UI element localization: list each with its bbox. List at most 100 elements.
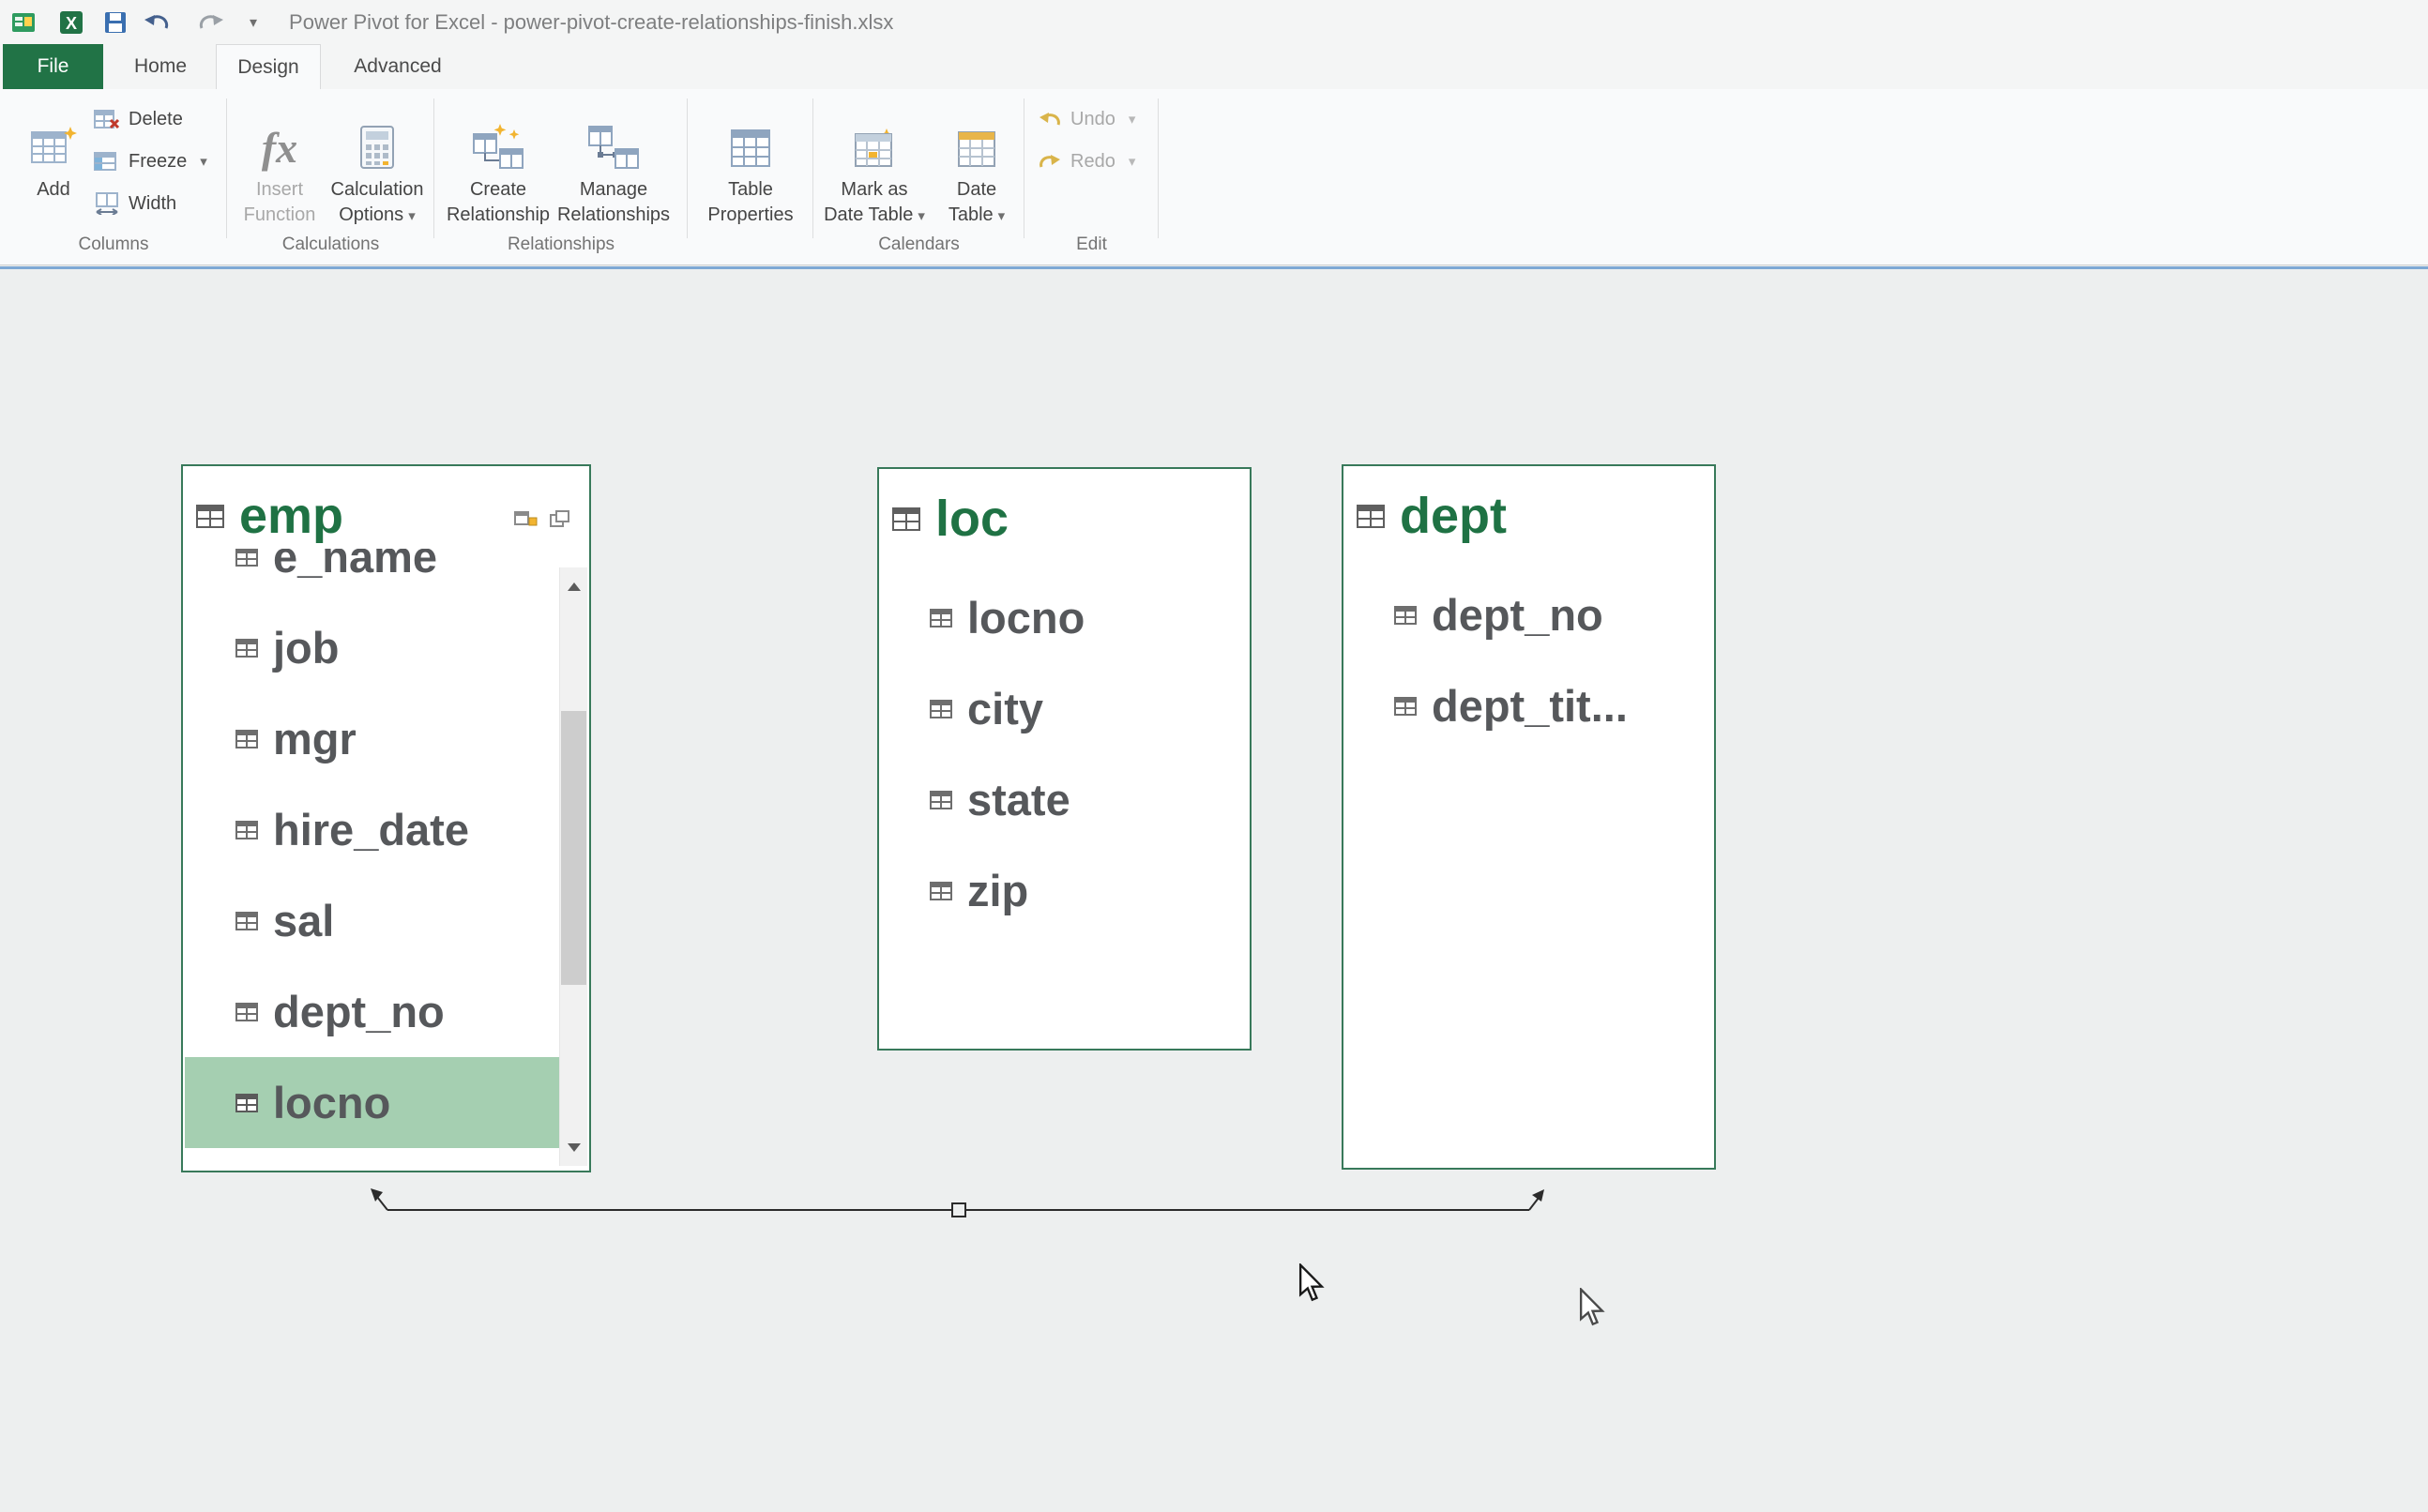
- delete-table-icon: [94, 108, 120, 130]
- table-icon: [196, 505, 224, 528]
- field-row-e_name[interactable]: e_name: [185, 549, 561, 602]
- ribbon: Add Delete Freeze ▾ Width Columns fx Ins…: [0, 89, 2428, 265]
- window-title: Power Pivot for Excel - power-pivot-crea…: [289, 10, 893, 35]
- edit-undo-icon: [1038, 109, 1062, 129]
- powerpivot-window: X ▾ Power Pivot for Excel - power-pivot-…: [0, 0, 2428, 1512]
- field-grid-icon: [1394, 606, 1417, 625]
- mark-as-date-table-button[interactable]: Mark as Date Table▾: [819, 100, 930, 228]
- table-properties-button[interactable]: Table Properties: [697, 100, 804, 228]
- table-title-emp: emp: [239, 489, 343, 543]
- table-header-dept: dept: [1343, 466, 1714, 543]
- quick-undo-icon[interactable]: [143, 3, 171, 42]
- date-table-dropdown-icon: ▾: [998, 208, 1006, 224]
- date-table-icon: [955, 100, 998, 170]
- field-row-job[interactable]: job: [185, 602, 561, 693]
- create-relationship-icon: [472, 100, 524, 170]
- insert-function-button[interactable]: fx Insert Function: [236, 100, 323, 228]
- calculation-options-dropdown-icon: ▾: [408, 208, 416, 224]
- field-grid-icon: [235, 821, 258, 839]
- add-table-icon: [29, 100, 78, 170]
- tab-design[interactable]: Design: [216, 44, 321, 89]
- ribbon-group-calendars: Mark as Date Table▾ Date Table▾ Calendar…: [813, 89, 1024, 265]
- tab-advanced[interactable]: Advanced: [332, 44, 463, 89]
- field-row-dept_no[interactable]: dept_no: [185, 966, 561, 1057]
- table-header-emp: emp: [183, 466, 589, 543]
- mouse-cursor-2: [1579, 1288, 1607, 1329]
- manage-relationships-button[interactable]: Manage Relationships: [556, 100, 671, 228]
- field-row-locno[interactable]: locno: [879, 572, 1250, 663]
- undo-dropdown-icon: ▾: [1129, 111, 1136, 128]
- save-icon[interactable]: [103, 3, 128, 42]
- group-label-edit: Edit: [1024, 234, 1159, 255]
- field-row-mgr[interactable]: mgr: [185, 693, 561, 784]
- group-label-columns: Columns: [0, 234, 227, 255]
- field-grid-icon: [930, 609, 952, 627]
- table-card-emp[interactable]: emp e_name job mgr hire_date: [181, 464, 591, 1172]
- emp-scrollbar[interactable]: [559, 567, 587, 1166]
- powerpivot-app-icon[interactable]: [11, 3, 36, 42]
- table-card-dept[interactable]: dept dept_no dept_tit...: [1342, 464, 1716, 1170]
- field-grid-icon: [235, 912, 258, 930]
- tab-file[interactable]: File: [3, 44, 103, 89]
- field-grid-icon: [930, 700, 952, 718]
- relationship-midpoint-handle[interactable]: [952, 1203, 965, 1217]
- field-row-hire_date[interactable]: hire_date: [185, 784, 561, 875]
- titlebar: X ▾ Power Pivot for Excel - power-pivot-…: [0, 0, 2428, 44]
- field-grid-icon: [235, 549, 258, 567]
- ribbon-group-relationships: Create Relationship Manage Relationships…: [434, 89, 688, 265]
- calculation-options-button[interactable]: Calculation Options▾: [325, 100, 430, 228]
- field-grid-icon: [235, 639, 258, 658]
- scroll-up-icon[interactable]: [560, 567, 587, 605]
- field-grid-icon: [235, 1094, 258, 1112]
- date-table-button[interactable]: Date Table▾: [933, 100, 1020, 228]
- field-row-sal[interactable]: sal: [185, 875, 561, 966]
- create-relationship-button[interactable]: Create Relationship: [448, 100, 549, 228]
- emp-fields-list: e_name job mgr hire_date sal dept_no: [185, 549, 561, 1168]
- freeze-column-button[interactable]: Freeze ▾: [94, 143, 207, 180]
- svg-text:X: X: [66, 14, 77, 33]
- quick-redo-icon[interactable]: [197, 3, 225, 42]
- ribbon-group-columns: Add Delete Freeze ▾ Width Columns: [0, 89, 227, 265]
- ribbon-group-properties: Table Properties: [688, 89, 813, 265]
- freeze-dropdown-icon: ▾: [200, 153, 207, 170]
- field-row-dept_title[interactable]: dept_tit...: [1343, 660, 1714, 751]
- mouse-cursor-1: [1298, 1263, 1327, 1305]
- field-grid-icon: [930, 791, 952, 809]
- edit-undo-button[interactable]: Undo ▾: [1038, 100, 1135, 138]
- table-card-loc[interactable]: loc locno city state zip: [877, 467, 1252, 1051]
- field-grid-icon: [930, 882, 952, 900]
- delete-column-button[interactable]: Delete: [94, 100, 183, 138]
- field-row-locno-highlighted[interactable]: locno: [185, 1057, 561, 1148]
- redo-dropdown-icon: ▾: [1129, 153, 1136, 170]
- scroll-down-icon[interactable]: [560, 1128, 587, 1166]
- create-relationship-corner-icon[interactable]: [514, 509, 538, 528]
- tab-home[interactable]: Home: [114, 44, 206, 89]
- table-icon: [892, 507, 920, 531]
- relationship-line-emp-dept[interactable]: [366, 1180, 1548, 1229]
- field-row-state[interactable]: state: [879, 754, 1250, 845]
- ribbon-group-calculations: fx Insert Function Calculation Options▾ …: [227, 89, 434, 265]
- field-grid-icon: [1394, 697, 1417, 716]
- fx-icon: fx: [262, 100, 297, 170]
- customize-quick-access-icon[interactable]: ▾: [250, 3, 257, 42]
- manage-relationships-icon: [587, 100, 640, 170]
- group-label-calendars: Calendars: [813, 234, 1024, 255]
- edit-redo-button[interactable]: Redo ▾: [1038, 143, 1135, 180]
- field-row-city[interactable]: city: [879, 663, 1250, 754]
- excel-icon: X: [58, 3, 84, 42]
- field-row-zip[interactable]: zip: [879, 845, 1250, 936]
- field-grid-icon: [235, 730, 258, 748]
- maximize-icon[interactable]: [549, 509, 570, 528]
- mark-as-date-table-dropdown-icon: ▾: [918, 208, 925, 224]
- column-width-button[interactable]: Width: [94, 185, 176, 222]
- table-title-loc: loc: [935, 491, 1009, 546]
- loc-fields-list: locno city state zip: [879, 572, 1250, 936]
- scroll-thumb[interactable]: [561, 711, 586, 985]
- freeze-table-icon: [94, 150, 120, 173]
- edit-redo-icon: [1038, 151, 1062, 172]
- group-label-calculations: Calculations: [227, 234, 434, 255]
- calculator-icon: [357, 100, 398, 170]
- field-row-dept_no[interactable]: dept_no: [1343, 569, 1714, 660]
- group-label-relationships: Relationships: [434, 234, 688, 255]
- add-column-button[interactable]: Add: [17, 100, 90, 203]
